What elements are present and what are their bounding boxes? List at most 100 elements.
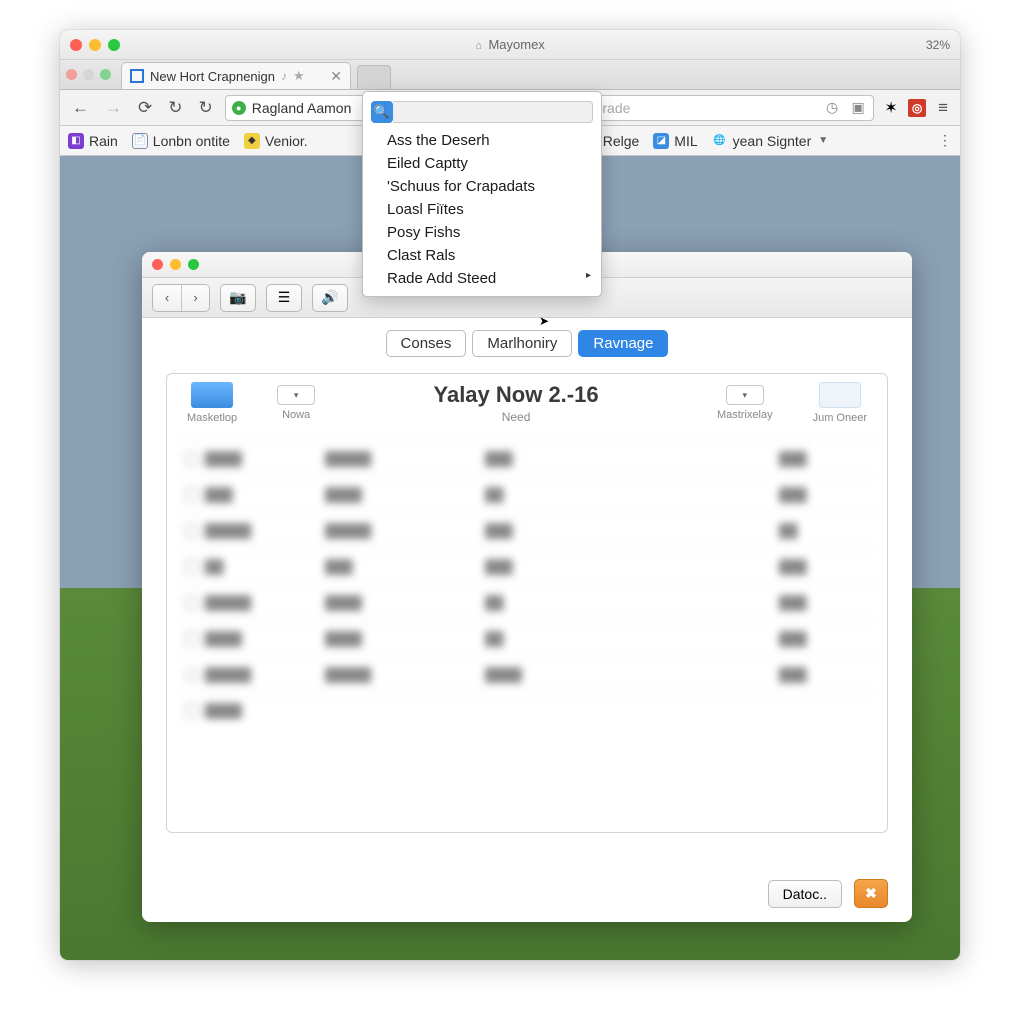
search-dropdown: 🔍 Ass the Deserh Eiled Captty 'Schuus fo…	[362, 91, 602, 297]
header-item-label: Nowa	[282, 409, 310, 421]
window-titlebar: ⌂ Mayomex 32%	[60, 30, 960, 60]
tab-ravnage[interactable]: Ravnage	[578, 330, 668, 357]
tab-traffic-red	[66, 69, 77, 80]
extension-icon[interactable]: ✶	[882, 99, 900, 117]
hamburger-menu-icon[interactable]: ≡	[934, 98, 952, 118]
thumb-icon	[191, 382, 233, 408]
refresh-button[interactable]: ↻	[195, 98, 217, 118]
tab-conses[interactable]: Conses	[386, 330, 467, 357]
bookmark-label: yean Signter	[733, 133, 812, 149]
inner-minimize-button[interactable]	[170, 259, 181, 270]
search-icon[interactable]: 🔍	[371, 101, 393, 123]
app-inner-window: ed ‹ › 📷 ☰ 🔊 Conses Marlhoniry Ravnage M…	[142, 252, 912, 922]
tab-marlhoniry[interactable]: Marlhoniry	[472, 330, 572, 357]
bookmark-icon: 🌐	[712, 133, 728, 149]
list-row: ███████████████	[179, 440, 875, 476]
bookmark-lonbn[interactable]: 📄 Lonbn ontite	[132, 133, 230, 149]
bookmark-icon: ◆	[244, 133, 260, 149]
inner-back-button[interactable]: ‹	[153, 285, 181, 311]
dropdown-item[interactable]: 'Schuus for Crapadats	[363, 175, 601, 198]
content-panel: Masketlop ▾ Nowa Yalay Now 2.-16 Need ▾ …	[166, 373, 888, 833]
panel-title-group: Yalay Now 2.-16 Need	[355, 382, 677, 424]
list-row: ██████████████	[179, 584, 875, 620]
list-tool[interactable]: ☰	[266, 284, 302, 312]
browser-tabstrip: New Hort Crapnenign ♪ ★ ✕	[60, 60, 960, 90]
bookmark-mil[interactable]: ◪ MIL	[653, 133, 697, 149]
extension-red-icon[interactable]: ◎	[908, 99, 926, 117]
history-icon[interactable]: ◷	[823, 99, 841, 117]
dropdown-item-submenu[interactable]: Rade Add Steed	[363, 267, 601, 290]
bookmark-signter[interactable]: 🌐 yean Signter ▼	[712, 133, 829, 149]
dropdown-search-input[interactable]	[393, 101, 593, 123]
reader-icon[interactable]: ▣	[849, 99, 867, 117]
bookmark-label: MIL	[674, 133, 697, 149]
zoom-level: 32%	[926, 38, 950, 52]
new-tab-button[interactable]	[357, 65, 391, 89]
close-window-button[interactable]	[70, 39, 82, 51]
bookmark-icon: ◪	[653, 133, 669, 149]
sound-tool[interactable]: 🔊	[312, 284, 348, 312]
header-item-label: Masketlop	[187, 412, 237, 424]
inner-zoom-button[interactable]	[188, 259, 199, 270]
header-item-mastrixelay[interactable]: ▾ Mastrixelay	[717, 385, 773, 421]
datoc-button[interactable]: Datoc..	[768, 880, 842, 908]
bookmark-label: Relge	[603, 133, 640, 149]
panel-header: Masketlop ▾ Nowa Yalay Now 2.-16 Need ▾ …	[167, 374, 887, 430]
chevron-down-icon: ▼	[818, 135, 828, 146]
inner-forward-button[interactable]: ›	[181, 285, 209, 311]
window-title: ⌂ Mayomex	[475, 37, 545, 52]
dropdown-item[interactable]: Posy Fishs	[363, 221, 601, 244]
site-identity-icon[interactable]: ●	[232, 101, 246, 115]
reload-button[interactable]: ⟳	[134, 98, 156, 118]
browser-tab[interactable]: New Hort Crapnenign ♪ ★ ✕	[121, 62, 351, 89]
bookmark-label: Lonbn ontite	[153, 133, 230, 149]
camera-tool[interactable]: 📷	[220, 284, 256, 312]
forward-button[interactable]: →	[101, 98, 126, 118]
bookmarks-overflow-icon[interactable]: ⋮	[938, 132, 952, 149]
header-item-jumoneer[interactable]: Jum Oneer	[813, 382, 867, 424]
dropdown-search-row: 🔍	[371, 100, 593, 123]
action-orange-button[interactable]: ✖	[854, 879, 888, 908]
bookmark-label: Venior.	[265, 133, 308, 149]
header-item-masketlop[interactable]: Masketlop	[187, 382, 237, 424]
header-item-label: Mastrixelay	[717, 409, 773, 421]
tab-audio-icon: ♪	[281, 69, 287, 83]
nav-segment: ‹ ›	[152, 284, 210, 312]
thumb-icon	[819, 382, 861, 408]
tab-traffic-green	[100, 69, 111, 80]
bookmark-label: Rain	[89, 133, 118, 149]
app-icon: ⌂	[475, 40, 482, 52]
list-row: ████	[179, 692, 875, 728]
panel-title: Yalay Now 2.-16	[355, 382, 677, 408]
zoom-window-button[interactable]	[108, 39, 120, 51]
list-row: ███████████████	[179, 512, 875, 548]
dropdown-item[interactable]: Clast Rals	[363, 244, 601, 267]
inner-footer: Datoc.. ✖	[768, 879, 888, 908]
header-item-label: Jum Oneer	[813, 412, 867, 424]
app-name: Mayomex	[488, 37, 544, 52]
tab-traffic-grey	[83, 69, 94, 80]
segmented-tabs: Conses Marlhoniry Ravnage	[142, 318, 912, 365]
list-row: █████████████	[179, 620, 875, 656]
dropdown-item[interactable]: Ass the Deserh	[363, 129, 601, 152]
tab-close-icon[interactable]: ✕	[330, 68, 342, 85]
header-item-nowa[interactable]: ▾ Nowa	[277, 385, 315, 421]
panel-subtitle: Need	[355, 410, 677, 424]
bookmark-icon: 📄	[132, 133, 148, 149]
address-text: Ragland Aаmon	[252, 100, 352, 116]
bookmark-rain[interactable]: ◧ Rain	[68, 133, 118, 149]
dropdown-item[interactable]: Eiled Captty	[363, 152, 601, 175]
reload-alt-button[interactable]: ↻	[164, 98, 186, 118]
tab-title: New Hort Crapnenign	[150, 69, 275, 84]
bookmark-venior[interactable]: ◆ Venior.	[244, 133, 308, 149]
inner-close-button[interactable]	[152, 259, 163, 270]
dropdown-icon: ▾	[277, 385, 315, 405]
dropdown-icon: ▾	[726, 385, 764, 405]
tab-star-icon[interactable]: ★	[293, 68, 305, 84]
list-row: ████████████	[179, 476, 875, 512]
tab-favicon	[130, 69, 144, 83]
dropdown-item[interactable]: Loasl Fiïtes	[363, 198, 601, 221]
list-row: █████████████████	[179, 656, 875, 692]
minimize-window-button[interactable]	[89, 39, 101, 51]
back-button[interactable]: ←	[68, 98, 93, 118]
